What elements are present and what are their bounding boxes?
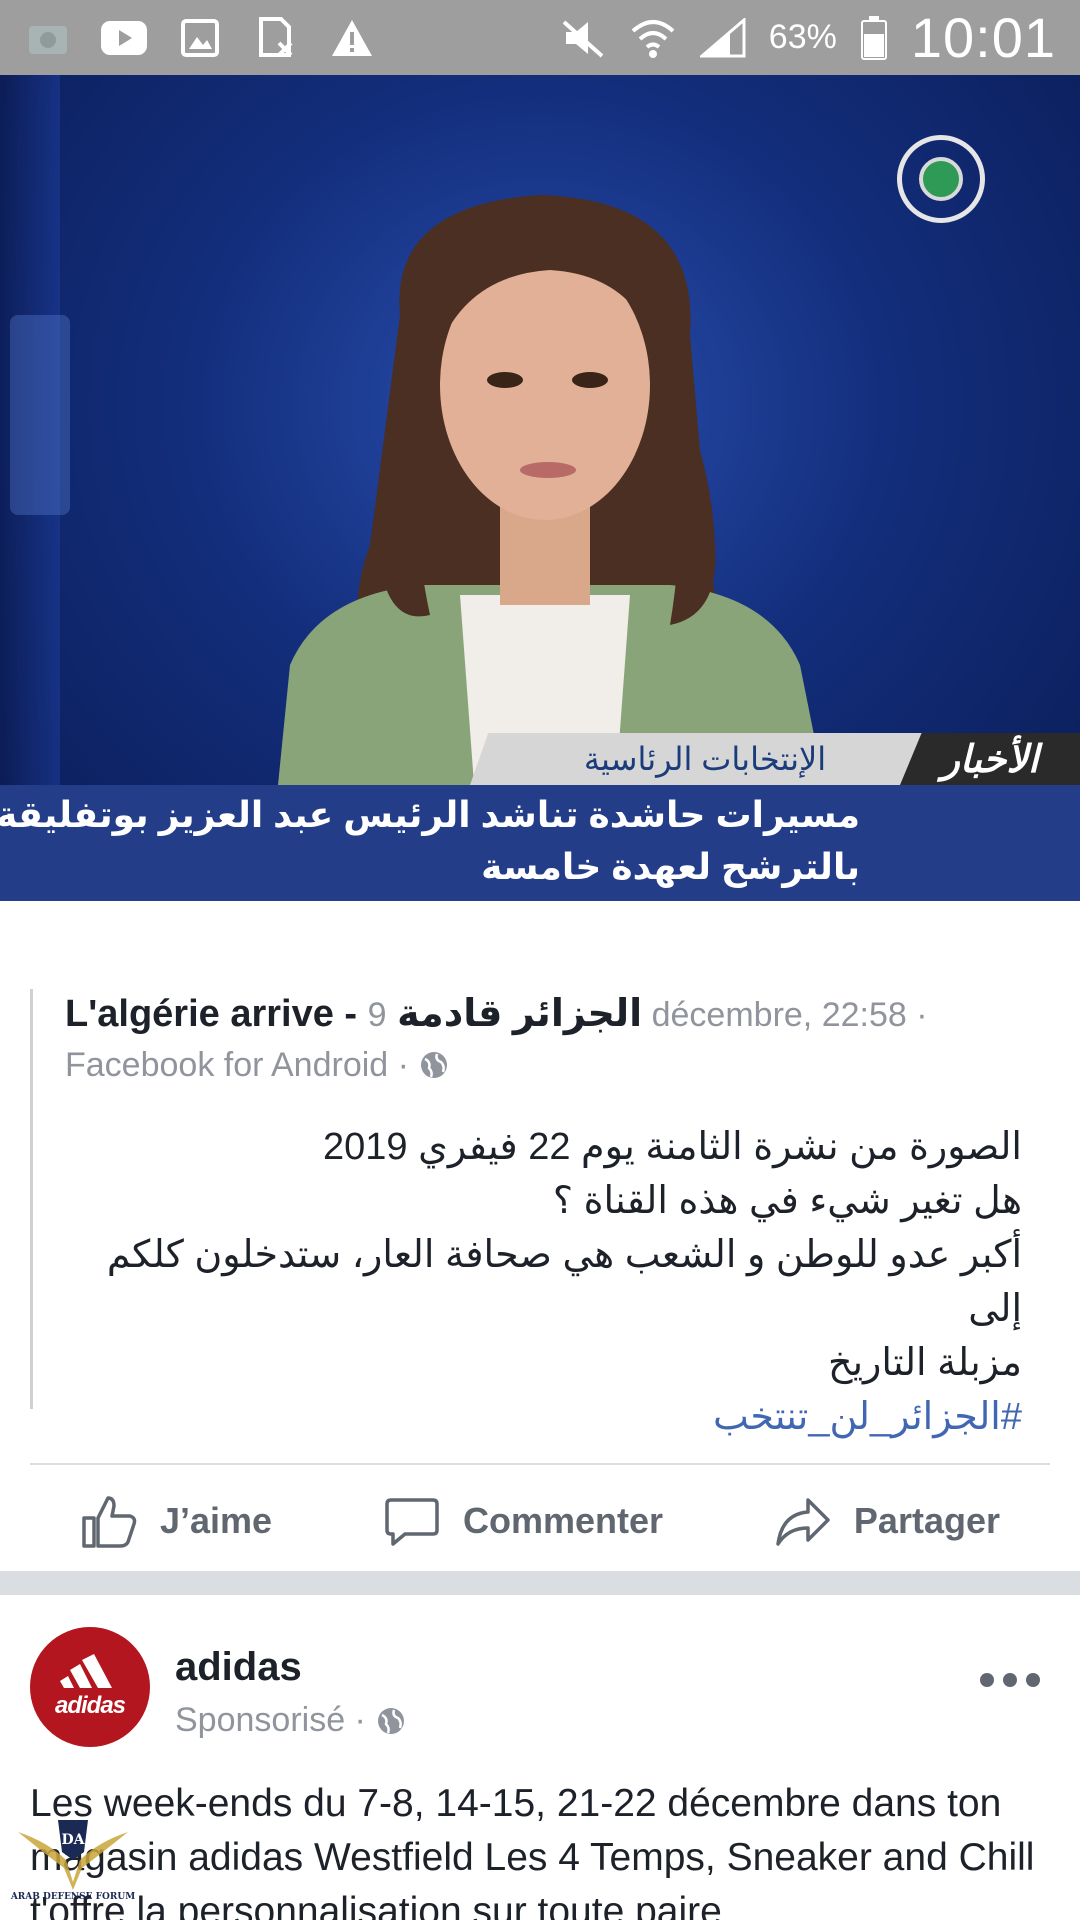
- sponsored-post: adidas adidas Sponsorisé · Les week-ends…: [0, 1595, 1080, 1920]
- system-icons: 63% 10:01: [559, 5, 1056, 70]
- studio-light: [10, 315, 70, 515]
- post-author[interactable]: L'algérie arrive - الجزائر قادمة: [65, 993, 642, 1035]
- globe-icon: [377, 1707, 404, 1734]
- feed-separator: [0, 1571, 1080, 1595]
- headline-line-1: مسيرات حاشدة تناشد الرئيس عبد العزيز بوت…: [0, 794, 860, 835]
- sponsored-text: Sponsorisé ·: [175, 1701, 366, 1739]
- comment-icon: [385, 1498, 439, 1546]
- adidas-logo-icon: [60, 1654, 112, 1688]
- news-ticker-top: الإنتخابات الرئاسية الأخبار: [470, 733, 1080, 785]
- gallery-icon: [176, 16, 224, 60]
- channel-logo-icon: [897, 135, 985, 223]
- share-label: Partager: [853, 1500, 1000, 1541]
- youtube-icon: [100, 16, 148, 60]
- headline-line-2: بالترشح لعهدة خامسة: [481, 846, 860, 887]
- hashtag-link[interactable]: #الجزائر_لن_تنتخب: [65, 1390, 1022, 1444]
- post-text-line: مزبلة التاريخ: [827, 1342, 1022, 1384]
- no-sim-icon: [252, 16, 300, 60]
- comment-label: Commenter: [462, 1500, 664, 1541]
- news-topic: الإنتخابات الرئاسية: [583, 741, 827, 777]
- divider: [30, 1463, 1050, 1465]
- signal-icon: [699, 16, 747, 60]
- post-text-line: أكبر عدو للوطن و الشعب هي صحافة العار، س…: [106, 1234, 1022, 1330]
- news-headline: مسيرات حاشدة تناشد الرئيس عبد العزيز بوت…: [0, 785, 1080, 901]
- thumbs-up-icon: [82, 1496, 137, 1548]
- post-text-line: هل تغير شيء في هذه القناة ؟: [552, 1180, 1022, 1222]
- warning-icon: [328, 16, 376, 60]
- eagle-emblem-icon: DA: [18, 1820, 128, 1890]
- clock: 10:01: [910, 6, 1056, 69]
- mute-icon: [559, 16, 607, 60]
- ad-body: Les week-ends du 7-8, 14-15, 21-22 décem…: [30, 1782, 1035, 1920]
- post-photo[interactable]: الإنتخابات الرئاسية الأخبار مسيرات حاشدة…: [0, 75, 1080, 901]
- battery-icon: [859, 15, 889, 60]
- like-button[interactable]: J’aime: [80, 1492, 272, 1550]
- camera-icon: [24, 16, 72, 60]
- adidas-logo-text: adidas: [54, 1692, 126, 1719]
- adidas-avatar[interactable]: adidas: [30, 1627, 150, 1747]
- share-icon: [776, 1498, 830, 1546]
- post-body: الصورة من نشرة الثامنة يوم 22 فيفري 2019…: [65, 1120, 1030, 1444]
- advertiser-name[interactable]: adidas: [175, 1645, 302, 1690]
- sponsored-label: Sponsorisé ·: [175, 1701, 406, 1740]
- watermark-text: ARAB DEFENSE FORUM: [10, 1892, 136, 1902]
- channel-tag: الأخبار: [900, 733, 1080, 785]
- post-actions: J’aime Commenter Partager: [30, 1471, 1050, 1571]
- status-bar: 63% 10:01: [0, 0, 1080, 75]
- post-text-line: الصورة من نشرة الثامنة يوم 22 فيفري 2019: [322, 1126, 1022, 1168]
- more-options-icon[interactable]: [980, 1665, 1040, 1695]
- globe-icon: [420, 1052, 447, 1078]
- emblem-mark: DA: [61, 1832, 85, 1848]
- post-source: Facebook for Android ·: [65, 1040, 1030, 1090]
- notification-icons: [24, 16, 376, 60]
- shared-post: L'algérie arrive - الجزائر قادمة 9 décem…: [0, 901, 1080, 1571]
- forum-watermark: DA ARAB DEFENSE FORUM: [8, 1812, 138, 1920]
- post-via: Facebook for Android ·: [65, 1046, 409, 1084]
- post-header: L'algérie arrive - الجزائر قادمة 9 décem…: [65, 989, 1030, 1040]
- comment-button[interactable]: Commenter: [383, 1492, 663, 1550]
- quoted-post[interactable]: L'algérie arrive - الجزائر قادمة 9 décem…: [30, 989, 1030, 1438]
- like-label: J’aime: [160, 1500, 273, 1541]
- wifi-icon: [629, 16, 677, 60]
- share-button[interactable]: Partager: [774, 1492, 1000, 1550]
- battery-percentage: 63%: [768, 18, 837, 56]
